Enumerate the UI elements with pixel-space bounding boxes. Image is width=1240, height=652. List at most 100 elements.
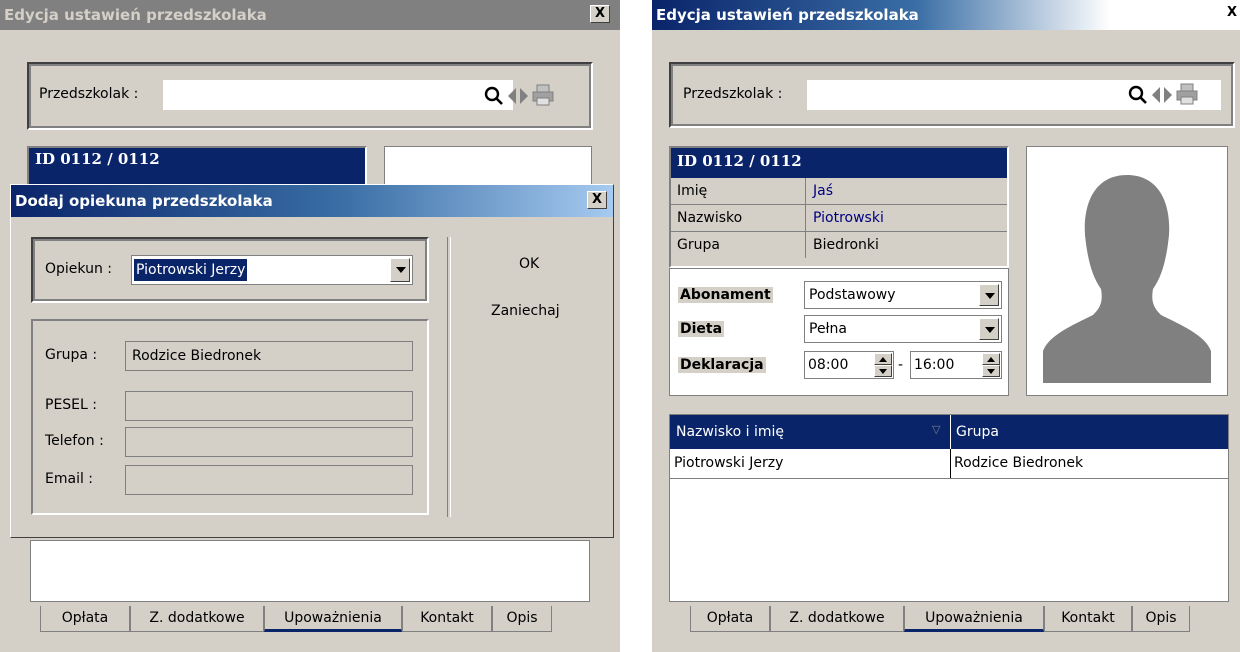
column-header-name[interactable]: Nazwisko i imię xyxy=(676,419,784,445)
guardian-select[interactable]: Piotrowski Jerzy xyxy=(131,255,413,285)
spin-down-icon[interactable] xyxy=(982,365,1000,377)
next-arrow-icon[interactable] xyxy=(519,87,529,105)
search-icon[interactable] xyxy=(483,85,505,107)
left-id-box: ID 0112 / 0112 xyxy=(27,146,367,186)
group-label: Grupa : xyxy=(45,347,98,363)
person-silhouette-icon xyxy=(1043,175,1211,383)
info-label: Nazwisko xyxy=(677,210,743,226)
tab-upowaznienia[interactable]: Upoważnienia xyxy=(904,606,1044,632)
tab-kontakt[interactable]: Kontakt xyxy=(402,606,492,632)
subscription-select[interactable]: Podstawowy xyxy=(804,281,1002,309)
left-titlebar: Edycja ustawień przedszkolaka X xyxy=(0,0,620,30)
close-icon[interactable]: X xyxy=(587,191,607,209)
tab-label: Upoważnienia xyxy=(925,610,1023,626)
left-id-header: ID 0112 / 0112 xyxy=(35,150,160,168)
info-row-first-name: Imię Jaś xyxy=(671,178,1007,205)
right-search-label: Przedszkolak : xyxy=(683,86,783,102)
close-label: X xyxy=(591,192,603,207)
tab-kontakt[interactable]: Kontakt xyxy=(1044,606,1132,632)
close-icon[interactable]: X xyxy=(590,5,610,23)
chevron-down-icon[interactable] xyxy=(979,318,999,340)
tab-label: Opłata xyxy=(61,610,109,626)
left-window-title: Edycja ustawień przedszkolaka xyxy=(4,6,267,24)
tab-oplata[interactable]: Opłata xyxy=(40,606,130,632)
spin-up-icon[interactable] xyxy=(874,353,892,365)
tab-oplata[interactable]: Opłata xyxy=(690,606,770,632)
info-row-group: Grupa Biedronki xyxy=(671,232,1007,259)
subscription-label: Abonament xyxy=(678,287,773,303)
diet-label: Dieta xyxy=(678,321,725,337)
column-header-group[interactable]: Grupa xyxy=(956,419,999,445)
left-search-inner: Przedszkolak : xyxy=(31,66,589,126)
chevron-down-icon[interactable] xyxy=(979,284,999,306)
header-divider xyxy=(950,415,951,449)
tab-z-dodatkowe[interactable]: Z. dodatkowe xyxy=(130,606,264,632)
tab-label: Opis xyxy=(506,610,538,626)
time-to-spin-buttons xyxy=(982,353,1000,377)
add-guardian-dialog: Dodaj opiekuna przedszkolaka X Opiekun :… xyxy=(10,184,614,538)
row-divider xyxy=(950,449,951,478)
tab-label: Opis xyxy=(1145,610,1177,626)
left-list-area xyxy=(30,540,590,602)
right-id-header: ID 0112 / 0112 xyxy=(677,152,802,170)
right-window: Edycja ustawień przedszkolaka X Przedszk… xyxy=(652,0,1240,652)
tab-z-dodatkowe[interactable]: Z. dodatkowe xyxy=(770,606,904,632)
ok-button[interactable]: OK xyxy=(519,256,539,272)
left-search-input[interactable] xyxy=(163,80,513,110)
declaration-label: Deklaracja xyxy=(678,357,766,373)
diet-select[interactable]: Pełna xyxy=(804,315,1002,343)
info-value: Biedronki xyxy=(813,237,879,253)
pesel-label: PESEL : xyxy=(45,397,97,413)
tab-upowaznienia[interactable]: Upoważnienia xyxy=(264,606,402,632)
next-arrow-icon[interactable] xyxy=(1163,86,1173,104)
row-group: Rodzice Biedronek xyxy=(954,455,1084,471)
cancel-button[interactable]: Zaniechaj xyxy=(491,303,560,319)
phone-label: Telefon : xyxy=(45,433,104,449)
email-field xyxy=(125,465,413,495)
time-from-stepper[interactable]: 08:00 xyxy=(804,351,894,379)
info-label: Imię xyxy=(677,183,708,199)
guardian-label: Opiekun : xyxy=(45,261,112,277)
child-info-grid: ID 0112 / 0112 Imię Jaś Nazwisko Piotrow… xyxy=(669,146,1009,268)
info-value: Jaś xyxy=(813,183,834,199)
print-icon[interactable] xyxy=(1175,83,1199,105)
table-row[interactable]: Piotrowski Jerzy Rodzice Biedronek xyxy=(670,449,1228,479)
table-header: Nazwisko i imię ▽ Grupa xyxy=(670,415,1228,449)
sort-arrow-icon[interactable]: ▽ xyxy=(932,423,940,436)
left-search-panel: Przedszkolak : xyxy=(27,62,593,130)
chevron-down-icon[interactable] xyxy=(390,258,410,282)
pesel-field xyxy=(125,391,413,421)
group-field: Rodzice Biedronek xyxy=(125,341,413,371)
right-window-title: Edycja ustawień przedszkolaka xyxy=(656,6,919,24)
close-label: X xyxy=(1226,5,1238,20)
tab-label: Upoważnienia xyxy=(284,610,382,626)
guardian-panel: Opiekun : Piotrowski Jerzy xyxy=(31,237,429,303)
tab-opis[interactable]: Opis xyxy=(1132,606,1190,632)
spin-up-icon[interactable] xyxy=(982,353,1000,365)
right-tabs: Opłata Z. dodatkowe Upoważnienia Kontakt… xyxy=(690,606,1210,636)
time-from-spin-buttons xyxy=(874,353,892,377)
right-search-panel: Przedszkolak : xyxy=(669,62,1235,128)
dialog-title: Dodaj opiekuna przedszkolaka xyxy=(15,192,273,210)
info-row-last-name: Nazwisko Piotrowski xyxy=(671,205,1007,232)
spin-down-icon[interactable] xyxy=(874,365,892,377)
left-search-label: Przedszkolak : xyxy=(39,86,139,102)
close-icon[interactable]: X xyxy=(1222,5,1240,23)
tab-label: Z. dodatkowe xyxy=(789,610,885,626)
time-to-stepper[interactable]: 16:00 xyxy=(910,351,1002,379)
guardian-selected-value: Piotrowski Jerzy xyxy=(134,259,248,281)
phone-field xyxy=(125,427,413,457)
guardian-details-panel: Grupa : Rodzice Biedronek PESEL : Telefo… xyxy=(31,319,429,515)
time-from-value: 08:00 xyxy=(808,357,849,373)
search-icon[interactable] xyxy=(1127,84,1149,106)
previous-arrow-icon[interactable] xyxy=(507,87,517,105)
left-photo-frame xyxy=(384,146,592,186)
right-titlebar: Edycja ustawień przedszkolaka X xyxy=(652,0,1240,30)
right-search-inner: Przedszkolak : xyxy=(673,66,1231,124)
print-icon[interactable] xyxy=(531,84,555,106)
dialog-titlebar: Dodaj opiekuna przedszkolaka X xyxy=(11,185,613,217)
previous-arrow-icon[interactable] xyxy=(1151,86,1161,104)
tab-label: Kontakt xyxy=(1061,610,1115,626)
tab-opis[interactable]: Opis xyxy=(492,606,552,632)
dialog-divider xyxy=(447,237,451,517)
